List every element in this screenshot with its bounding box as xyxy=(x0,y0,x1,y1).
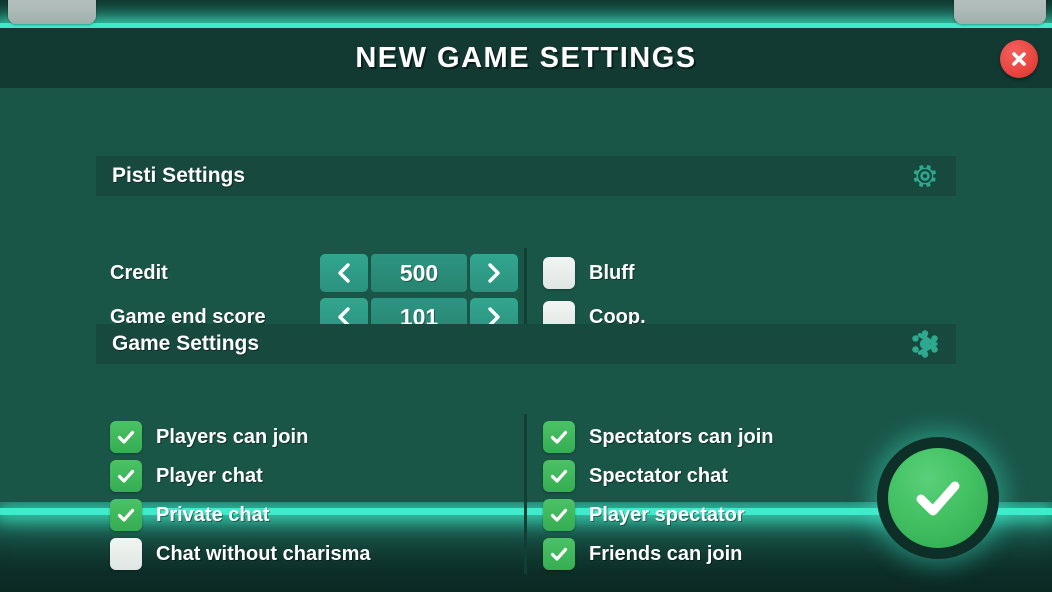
gear-icon[interactable] xyxy=(910,161,940,191)
checkbox-row-chat-without-charisma[interactable]: Chat without charisma xyxy=(110,535,370,573)
new-game-settings-modal: NEW GAME SETTINGS Pisti Settings Credit xyxy=(0,28,1052,574)
game-settings-right-column: Spectators can join Spectator chat Playe… xyxy=(543,418,774,574)
game-settings-column-divider xyxy=(524,414,527,574)
section-title-game-settings: Game Settings xyxy=(112,332,260,355)
confirm-button[interactable] xyxy=(877,437,999,559)
modal-body: Pisti Settings Credit 500 Game end score… xyxy=(0,88,1052,574)
checkbox-spectator-chat[interactable] xyxy=(543,460,575,492)
close-x-icon xyxy=(1012,52,1026,66)
top-left-tab-chip[interactable] xyxy=(8,0,96,24)
checkbox-label-chat-without-charisma: Chat without charisma xyxy=(156,542,371,565)
checkbox-row-private-chat[interactable]: Private chat xyxy=(110,496,370,534)
checkbox-label-spectators-can-join: Spectators can join xyxy=(589,425,774,448)
checkbox-players-can-join[interactable] xyxy=(110,421,142,453)
checkbox-label-player-spectator: Player spectator xyxy=(589,503,745,526)
check-icon xyxy=(550,508,568,522)
check-icon xyxy=(117,508,135,522)
checkbox-private-chat[interactable] xyxy=(110,499,142,531)
section-title-pisti: Pisti Settings xyxy=(112,164,246,187)
top-right-tab-chip[interactable] xyxy=(954,0,1046,24)
stepper-row-credit: Credit 500 xyxy=(110,253,518,293)
check-icon xyxy=(117,469,135,483)
game-settings-screen: NEW GAME SETTINGS Pisti Settings Credit xyxy=(0,0,1052,592)
checkbox-label-friends-can-join: Friends can join xyxy=(589,542,743,565)
credit-stepper: 500 xyxy=(320,254,518,292)
checkbox-friends-can-join[interactable] xyxy=(543,538,575,570)
credit-value[interactable]: 500 xyxy=(371,254,467,292)
checkbox-label-bluff: Bluff xyxy=(589,261,635,284)
players-gear-icon[interactable] xyxy=(910,329,940,359)
checkbox-row-players-can-join[interactable]: Players can join xyxy=(110,418,370,456)
checkbox-bluff[interactable] xyxy=(543,257,575,289)
checkbox-player-chat[interactable] xyxy=(110,460,142,492)
checkbox-row-friends-can-join[interactable]: Friends can join xyxy=(543,535,774,573)
check-icon xyxy=(916,481,960,516)
checkbox-label-players-can-join: Players can join xyxy=(156,425,309,448)
checkbox-player-spectator[interactable] xyxy=(543,499,575,531)
game-settings-left-column: Players can join Player chat Private cha… xyxy=(110,418,370,574)
checkbox-label-spectator-chat: Spectator chat xyxy=(589,464,728,487)
checkbox-row-spectators-can-join[interactable]: Spectators can join xyxy=(543,418,774,456)
checkbox-label-private-chat: Private chat xyxy=(156,503,270,526)
checkbox-row-player-chat[interactable]: Player chat xyxy=(110,457,370,495)
check-icon xyxy=(550,469,568,483)
check-icon xyxy=(550,547,568,561)
check-icon xyxy=(550,430,568,444)
confirm-button-inner xyxy=(888,448,988,548)
checkbox-row-bluff[interactable]: Bluff xyxy=(543,253,646,293)
stepper-label-credit: Credit xyxy=(110,261,168,284)
checkbox-label-player-chat: Player chat xyxy=(156,464,263,487)
checkbox-chat-without-charisma[interactable] xyxy=(110,538,142,570)
checkbox-row-spectator-chat[interactable]: Spectator chat xyxy=(543,457,774,495)
credit-decrement-button[interactable] xyxy=(320,254,368,292)
checkbox-spectators-can-join[interactable] xyxy=(543,421,575,453)
chevron-left-icon xyxy=(338,263,350,283)
section-header-pisti-settings: Pisti Settings xyxy=(96,156,956,196)
credit-increment-button[interactable] xyxy=(470,254,518,292)
chevron-right-icon xyxy=(488,263,500,283)
section-header-game-settings: Game Settings xyxy=(96,324,956,364)
page-title: NEW GAME SETTINGS xyxy=(355,41,697,74)
close-button[interactable] xyxy=(1000,40,1038,78)
checkbox-row-player-spectator[interactable]: Player spectator xyxy=(543,496,774,534)
modal-header: NEW GAME SETTINGS xyxy=(0,28,1052,88)
check-icon xyxy=(117,430,135,444)
